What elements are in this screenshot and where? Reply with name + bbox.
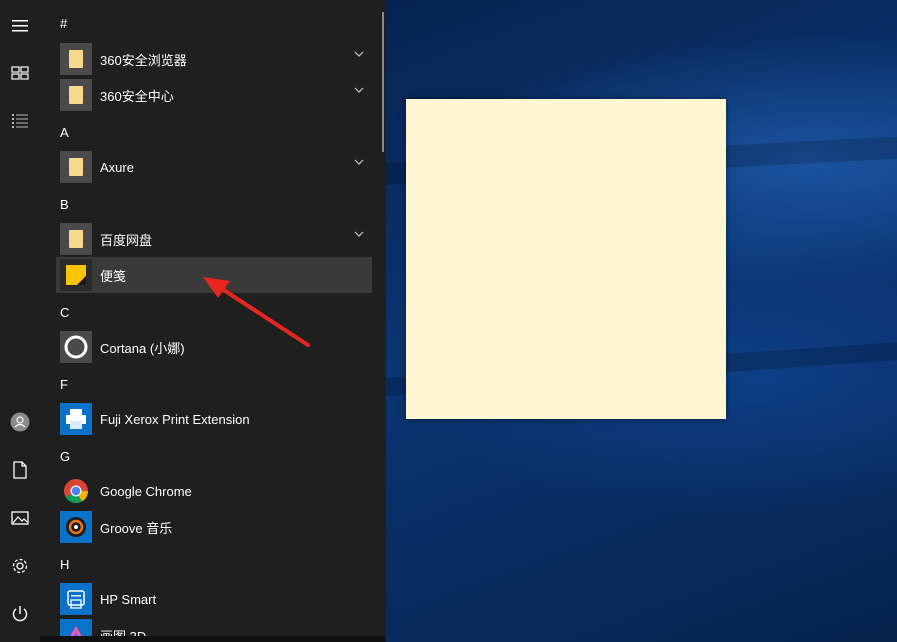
groove-music-icon [60,511,92,543]
app-label: Cortana (小娜) [100,340,185,356]
settings-button[interactable] [0,546,40,586]
all-apps-list-icon [12,114,28,128]
power-button[interactable] [0,594,40,634]
tiles-view-button[interactable] [0,53,40,93]
folder-icon [60,151,92,183]
group-header-c[interactable]: C [60,303,69,323]
pictures-icon [11,511,29,525]
app-item-sticky-notes[interactable]: 便笺 [56,257,372,293]
group-header-b[interactable]: B [60,195,69,215]
app-item-fuji-xerox[interactable]: Fuji Xerox Print Extension [56,401,372,437]
app-label: 360安全中心 [100,88,174,104]
chevron-down-icon[interactable] [354,231,364,237]
app-label: 便笺 [100,268,127,284]
expand-menu-button[interactable] [0,6,40,46]
app-item-axure[interactable]: Axure [56,149,372,185]
app-item-google-chrome[interactable]: Google Chrome [56,473,372,509]
app-item-hp-smart[interactable]: HP Smart [56,581,372,617]
hamburger-icon [12,20,28,32]
scrollbar-thumb[interactable] [382,12,384,152]
folder-icon [60,79,92,111]
documents-button[interactable] [0,450,40,490]
chrome-icon [60,475,92,507]
all-apps-button[interactable] [0,101,40,141]
documents-icon [13,461,27,479]
start-menu: # 360安全浏览器 360安全中心 A Axure B 百度网盘 便笺 C C… [0,0,386,642]
app-label: 百度网盘 [100,232,153,248]
group-header-h[interactable]: H [60,555,69,575]
app-label: HP Smart [100,591,157,607]
start-menu-rail [0,0,40,642]
sticky-note-window[interactable] [406,99,726,419]
sticky-notes-icon [60,259,92,291]
printer-icon [60,403,92,435]
hp-smart-icon [60,583,92,615]
gear-icon [12,558,28,574]
chevron-down-icon[interactable] [354,159,364,165]
all-apps-list: # 360安全浏览器 360安全中心 A Axure B 百度网盘 便笺 C C… [40,0,386,642]
chevron-down-icon[interactable] [354,51,364,57]
pictures-button[interactable] [0,498,40,538]
group-header-a[interactable]: A [60,123,69,143]
group-header-g[interactable]: G [60,447,70,467]
app-label: Fuji Xerox Print Extension [100,411,250,427]
group-header-f[interactable]: F [60,375,68,395]
user-avatar-icon [10,412,30,432]
app-item-baidu-netdisk[interactable]: 百度网盘 [56,221,372,257]
folder-icon [60,223,92,255]
app-label: 360安全浏览器 [100,52,187,68]
app-item-360-browser[interactable]: 360安全浏览器 [56,41,372,77]
folder-icon [60,43,92,75]
app-label: Axure [100,159,134,175]
tiles-icon [11,66,29,80]
app-label: Groove 音乐 [100,520,173,536]
group-header-hash[interactable]: # [60,14,67,34]
cortana-icon [60,331,92,363]
user-account-button[interactable] [0,402,40,442]
app-item-360-security[interactable]: 360安全中心 [56,77,372,113]
app-item-groove-music[interactable]: Groove 音乐 [56,509,372,545]
app-label: Google Chrome [100,483,192,499]
power-icon [12,606,28,622]
app-item-cortana[interactable]: Cortana (小娜) [56,329,372,365]
menu-bottom-edge [40,636,386,642]
chevron-down-icon[interactable] [354,87,364,93]
